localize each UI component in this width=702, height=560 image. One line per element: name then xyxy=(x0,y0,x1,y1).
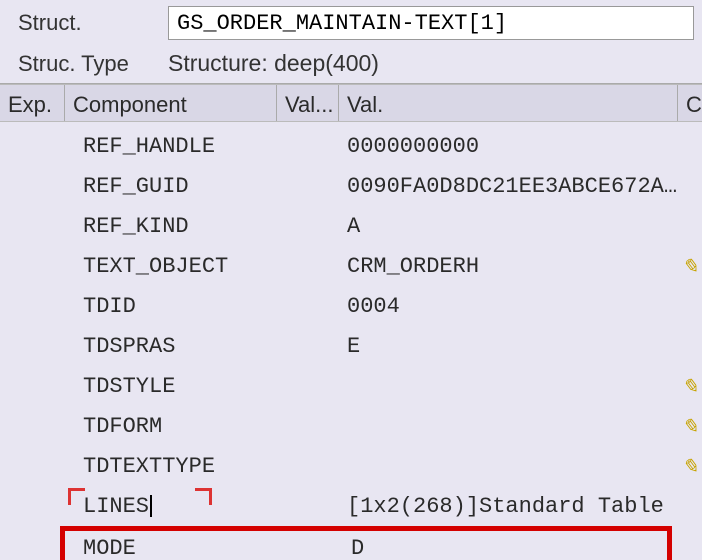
table-row[interactable]: TDSPRAS E xyxy=(0,326,702,366)
struct-label: Struct. xyxy=(18,10,168,36)
change-indicator-cell: ✎ xyxy=(678,374,702,399)
component-cell[interactable]: LINES xyxy=(65,494,277,519)
table-row[interactable]: LINES [1x2(268)]Standard Table xyxy=(0,486,702,526)
table-row[interactable]: REF_GUID 0090FA0D8DC21EE3ABCE672A… xyxy=(0,166,702,206)
col-header-component[interactable]: Component xyxy=(65,85,277,121)
table-row[interactable]: REF_HANDLE 0000000000 xyxy=(0,126,702,166)
component-cell[interactable]: TDID xyxy=(65,294,277,319)
change-indicator-cell: ✎ xyxy=(678,454,702,479)
table-row[interactable]: REF_KIND A xyxy=(0,206,702,246)
struct-type-label: Struc. Type xyxy=(18,51,168,77)
value-cell[interactable]: E xyxy=(339,334,678,359)
text-caret xyxy=(150,495,152,517)
component-cell[interactable]: TDTEXTTYPE xyxy=(65,454,277,479)
pencil-icon[interactable]: ✎ xyxy=(682,454,699,479)
change-indicator-cell: ✎ xyxy=(678,414,702,439)
component-cell[interactable]: REF_HANDLE xyxy=(65,134,277,159)
table-row[interactable]: TDSTYLE ✎ xyxy=(0,366,702,406)
value-cell[interactable]: D xyxy=(343,536,643,560)
struct-value-input[interactable] xyxy=(168,6,694,40)
table-row[interactable]: TEXT_OBJECT CRM_ORDERH✎ xyxy=(0,246,702,286)
value-cell[interactable]: 0000000000 xyxy=(339,134,678,159)
table-row[interactable]: TDTEXTTYPE ✎ xyxy=(0,446,702,486)
col-header-exp[interactable]: Exp. xyxy=(0,85,65,121)
struct-type-row: Struc. Type Structure: deep(400) xyxy=(0,50,702,77)
component-cell[interactable]: TEXT_OBJECT xyxy=(65,254,277,279)
value-cell[interactable]: 0004 xyxy=(339,294,678,319)
header-area: Struct. Struc. Type Structure: deep(400) xyxy=(0,0,702,77)
col-header-val-type[interactable]: Val... xyxy=(277,85,339,121)
struct-field-row: Struct. xyxy=(0,6,702,40)
col-header-last[interactable]: C xyxy=(678,85,702,121)
change-indicator-cell: ✎ xyxy=(678,254,702,279)
debugger-structure-view: Struct. Struc. Type Structure: deep(400)… xyxy=(0,0,702,560)
value-cell[interactable]: CRM_ORDERH xyxy=(339,254,678,279)
table-row[interactable]: TDID 0004 xyxy=(0,286,702,326)
pencil-icon[interactable]: ✎ xyxy=(682,374,699,399)
component-cell[interactable]: TDFORM xyxy=(65,414,277,439)
pencil-icon[interactable]: ✎ xyxy=(682,414,699,439)
component-cell[interactable]: TDSTYLE xyxy=(65,374,277,399)
table-row[interactable]: MODE D xyxy=(60,526,672,560)
component-cell[interactable]: MODE xyxy=(69,536,281,560)
table-header: Exp. Component Val... Val. C xyxy=(0,84,702,122)
component-cell[interactable]: TDSPRAS xyxy=(65,334,277,359)
value-cell[interactable]: A xyxy=(339,214,678,239)
value-cell[interactable]: 0090FA0D8DC21EE3ABCE672A… xyxy=(339,174,678,199)
table-body: REF_HANDLE 0000000000 REF_GUID 0090FA0D8DC2… xyxy=(0,122,702,560)
component-cell[interactable]: REF_KIND xyxy=(65,214,277,239)
pencil-icon[interactable]: ✎ xyxy=(682,254,699,279)
col-header-val[interactable]: Val. xyxy=(339,85,678,121)
value-cell[interactable]: [1x2(268)]Standard Table xyxy=(339,494,678,519)
table-row[interactable]: TDFORM ✎ xyxy=(0,406,702,446)
struct-type-value: Structure: deep(400) xyxy=(168,50,379,77)
component-cell[interactable]: REF_GUID xyxy=(65,174,277,199)
